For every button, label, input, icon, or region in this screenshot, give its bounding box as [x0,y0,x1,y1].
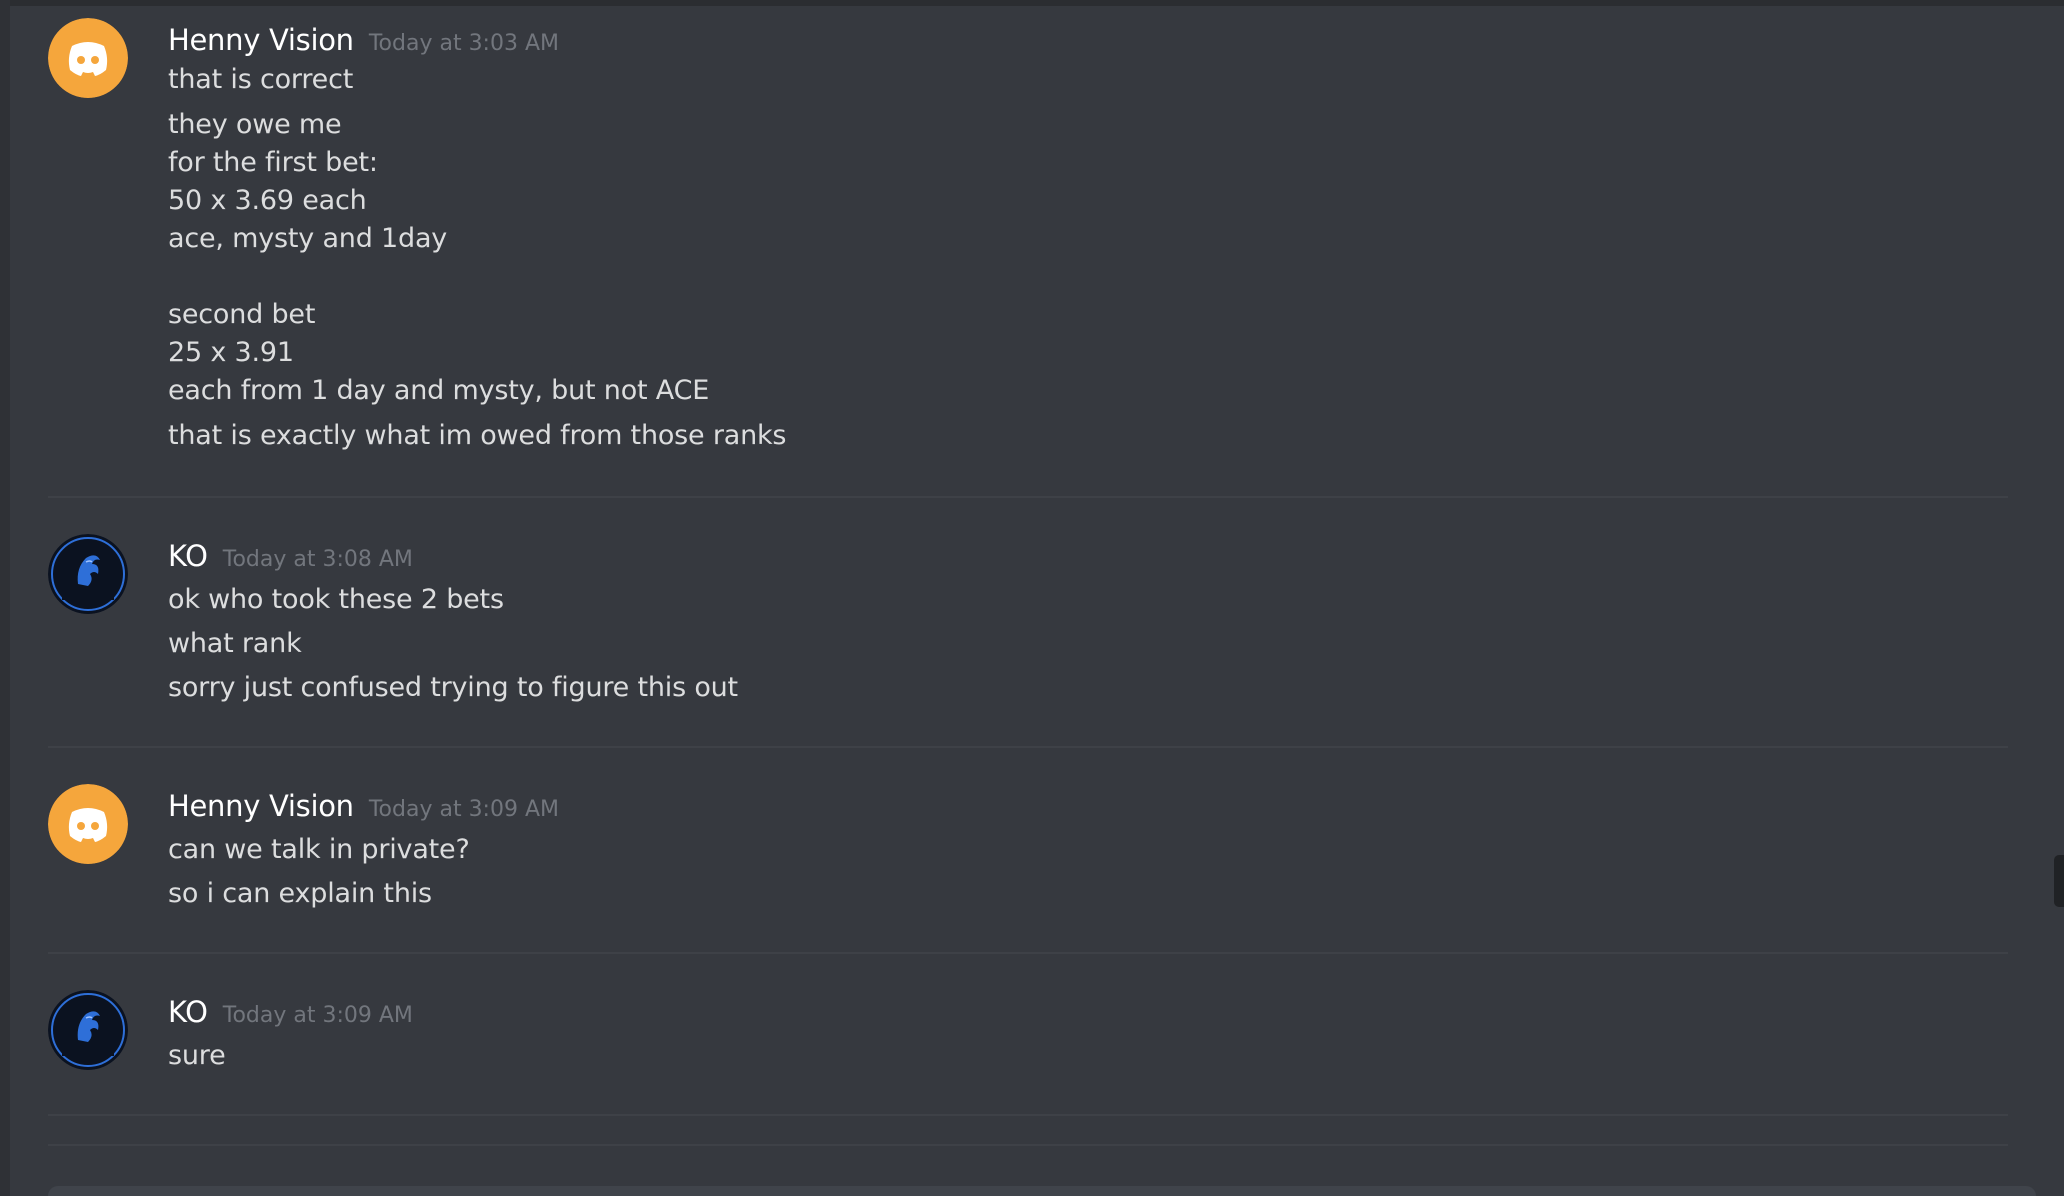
message-lines: that is correct they owe me for the firs… [168,62,787,458]
message-divider [48,746,2008,748]
message-line: can we talk in private? [168,834,470,865]
message-line: so i can explain this [168,878,432,909]
left-edge [0,0,10,1196]
message-divider [48,952,2008,954]
message-line: that is exactly what im owed from those … [168,420,787,451]
message-line: 25 x 3.91 [168,337,294,368]
avatar[interactable] [48,534,128,614]
username[interactable]: Henny Vision [168,23,354,57]
message-line: sorry just confused trying to figure thi… [168,672,738,703]
timestamp: Today at 3:09 AM [222,1003,413,1028]
message-header: KO Today at 3:08 AM [168,534,413,578]
scrollbar-thumb[interactable] [2054,855,2064,907]
timestamp: Today at 3:08 AM [222,547,413,572]
message-line: 50 x 3.69 each [168,185,367,216]
message-line: what rank [168,628,302,659]
message-line: they owe me [168,109,342,140]
message-divider [48,496,2008,498]
timestamp: Today at 3:09 AM [368,797,559,822]
dragon-logo-icon [48,990,128,1070]
message-lines: can we talk in private? so i can explain… [168,828,470,916]
message-divider [48,1114,2008,1116]
message-line: sure [168,1040,226,1071]
message-lines: ok who took these 2 bets what rank sorry… [168,578,738,710]
message-line: that is correct [168,64,354,95]
message-line: each from 1 day and mysty, but not ACE [168,375,710,406]
message-input[interactable] [48,1186,2036,1196]
message-lines: sure [168,1034,226,1078]
message-header: Henny Vision Today at 3:09 AM [168,784,559,828]
discord-logo-icon [48,784,128,864]
avatar[interactable] [48,784,128,864]
message-header: KO Today at 3:09 AM [168,990,413,1034]
discord-logo-icon [48,18,128,98]
timestamp: Today at 3:03 AM [368,31,559,56]
dragon-logo-icon [48,534,128,614]
message-line: second bet [168,299,316,330]
message-line: for the first bet: [168,147,378,178]
message-header: Henny Vision Today at 3:03 AM [168,18,559,62]
message-line: ok who took these 2 bets [168,584,504,615]
chat-window: Henny Vision Today at 3:03 AM that is co… [0,0,2064,1196]
username[interactable]: Henny Vision [168,789,354,823]
message-divider [48,1144,2008,1146]
message-line [168,258,786,296]
message-line: ace, mysty and 1day [168,223,448,254]
top-border [0,0,2064,6]
username[interactable]: KO [168,539,208,573]
avatar[interactable] [48,18,128,98]
avatar[interactable] [48,990,128,1070]
username[interactable]: KO [168,995,208,1029]
